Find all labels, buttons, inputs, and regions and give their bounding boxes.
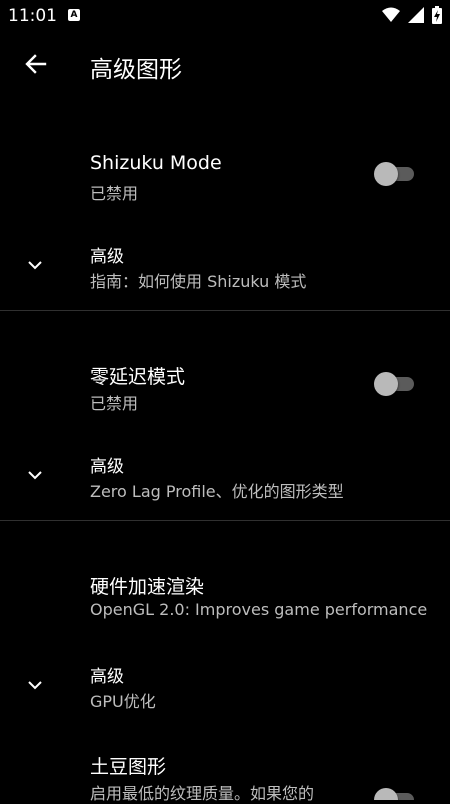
hardware-acceleration-summary: OpenGL 2.0: Improves game performance xyxy=(90,600,428,619)
back-button[interactable] xyxy=(18,46,54,82)
potato-graphics-summary: 启用最低的纹理质量。如果您的 xyxy=(90,784,315,803)
chevron-down-icon xyxy=(28,261,42,270)
switch-thumb xyxy=(374,788,398,800)
status-time: 11:01 xyxy=(8,6,57,26)
arrow-back-icon xyxy=(25,54,47,74)
hardware-acceleration-row[interactable]: 硬件加速渲染 OpenGL 2.0: Improves game perform… xyxy=(0,550,450,640)
signal-icon xyxy=(408,7,424,23)
gpu-advanced-row[interactable]: 高级 GPU优化 xyxy=(0,648,450,720)
zero-lag-advanced-row[interactable]: 高级 Zero Lag Profile、优化的图形类型 xyxy=(0,438,450,510)
wifi-icon xyxy=(382,7,400,22)
switch-thumb xyxy=(374,372,398,396)
advanced-summary: 指南：如何使用 Shizuku 模式 xyxy=(90,272,307,291)
shizuku-advanced-row[interactable]: 高级 指南：如何使用 Shizuku 模式 xyxy=(0,228,450,300)
section-divider xyxy=(0,520,450,521)
shizuku-mode-summary: 已禁用 xyxy=(90,184,139,203)
shizuku-mode-switch[interactable] xyxy=(374,160,418,188)
advanced-summary: GPU优化 xyxy=(90,692,156,711)
page-title: 高级图形 xyxy=(90,57,182,83)
zero-lag-switch[interactable] xyxy=(374,370,418,398)
section-divider xyxy=(0,310,450,311)
chevron-down-icon xyxy=(28,681,42,690)
advanced-title: 高级 xyxy=(90,457,124,477)
zero-lag-toggle-row[interactable]: 零延迟模式 已禁用 xyxy=(0,340,450,430)
switch-thumb xyxy=(374,162,398,186)
advanced-title: 高级 xyxy=(90,667,124,687)
advanced-title: 高级 xyxy=(90,247,124,267)
shizuku-mode-toggle-row[interactable]: Shizuku Mode 已禁用 xyxy=(0,130,450,220)
potato-graphics-toggle-row[interactable]: 土豆图形 启用最低的纹理质量。如果您的 xyxy=(0,730,450,803)
status-bar: 11:01 A xyxy=(0,0,450,32)
hardware-acceleration-title: 硬件加速渲染 xyxy=(90,576,205,598)
chevron-down-icon xyxy=(28,471,42,480)
advanced-summary: Zero Lag Profile、优化的图形类型 xyxy=(90,482,344,501)
zero-lag-title: 零延迟模式 xyxy=(90,366,186,388)
app-bar: 高级图形 xyxy=(0,32,450,98)
shizuku-mode-title: Shizuku Mode xyxy=(90,152,222,174)
status-icons xyxy=(382,6,442,24)
notification-icon: A xyxy=(68,9,80,21)
battery-charging-icon xyxy=(432,6,442,24)
potato-graphics-switch[interactable] xyxy=(374,786,418,800)
potato-graphics-title: 土豆图形 xyxy=(90,756,167,778)
zero-lag-summary: 已禁用 xyxy=(90,394,139,413)
